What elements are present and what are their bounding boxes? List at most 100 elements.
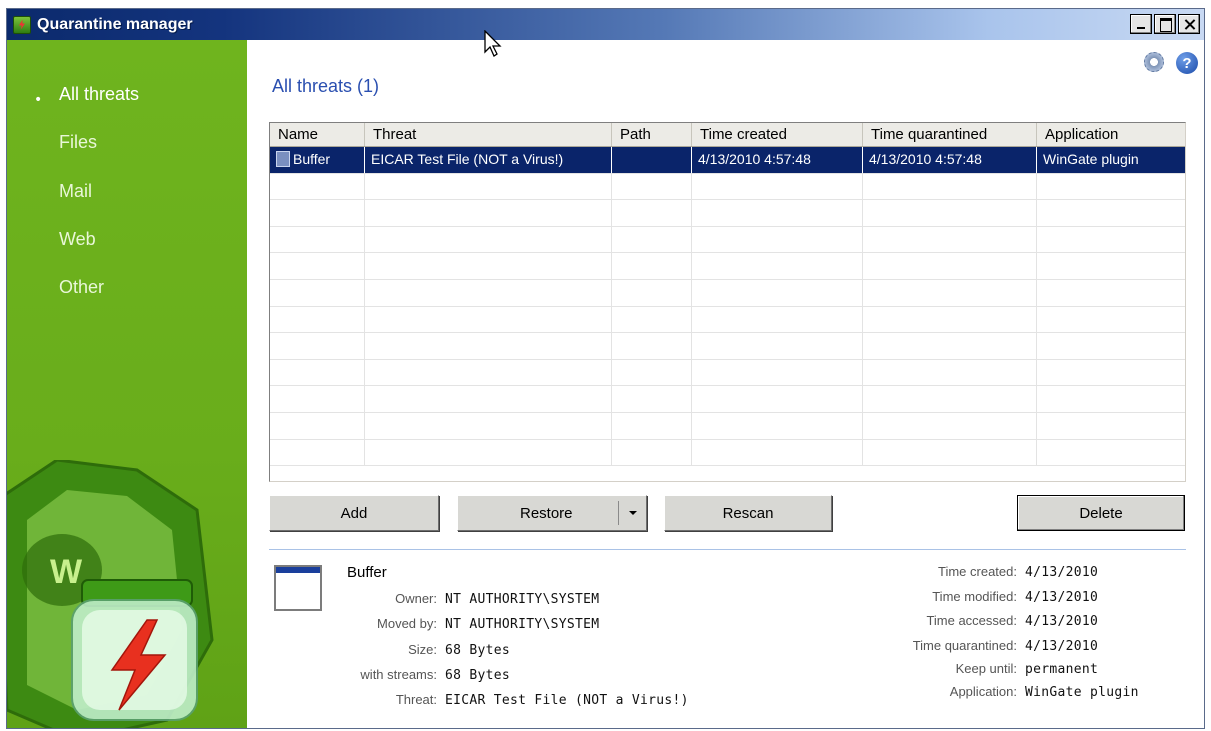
window-title: Quarantine manager — [37, 15, 193, 33]
minimize-button[interactable] — [1130, 14, 1152, 34]
details-label: Owner: — [395, 591, 437, 606]
close-button[interactable] — [1178, 14, 1200, 34]
empty-rows — [270, 173, 1185, 467]
empty-cell — [1037, 174, 1185, 200]
cell-path — [612, 147, 692, 173]
empty-table-row[interactable] — [270, 173, 1185, 201]
empty-table-row[interactable] — [270, 439, 1185, 467]
sidebar-item-mail[interactable]: Mail — [59, 181, 92, 202]
details-separator — [269, 549, 1186, 550]
table-header: Name Threat Path Time created Time quara… — [270, 123, 1185, 147]
details-value: 68 Bytes — [445, 643, 511, 658]
column-header-time-created[interactable]: Time created — [692, 123, 863, 146]
details-file-name: Buffer — [347, 564, 387, 581]
empty-table-row[interactable] — [270, 386, 1185, 413]
empty-cell — [612, 200, 692, 226]
sidebar: • All threats Files Mail Web Other W — [7, 40, 247, 728]
drweb-shield-logo-icon: W — [7, 460, 214, 728]
details-value: WinGate plugin — [1025, 685, 1139, 700]
empty-cell — [270, 279, 365, 306]
empty-cell — [863, 200, 1037, 226]
empty-cell — [270, 200, 365, 226]
empty-cell — [270, 173, 365, 200]
details-label: Time modified: — [932, 589, 1017, 604]
empty-cell — [365, 200, 612, 226]
details-application: Application: WinGate plugin — [857, 684, 1139, 700]
empty-cell — [863, 253, 1037, 279]
empty-cell — [1037, 200, 1185, 226]
details-value: NT AUTHORITY\SYSTEM — [445, 592, 600, 607]
details-value: 4/13/2010 — [1025, 565, 1099, 580]
empty-cell — [863, 226, 1037, 253]
sidebar-item-web[interactable]: Web — [59, 229, 96, 250]
empty-table-row[interactable] — [270, 333, 1185, 360]
page-title: All threats (1) — [272, 76, 380, 96]
details-time-created: Time created: 4/13/2010 — [857, 564, 1098, 580]
column-header-name[interactable]: Name — [270, 123, 365, 146]
empty-cell — [612, 226, 692, 253]
column-header-path[interactable]: Path — [612, 123, 692, 146]
empty-table-row[interactable] — [270, 226, 1185, 254]
details-label: Time quarantined: — [912, 638, 1017, 653]
app-icon — [13, 15, 31, 34]
table-row[interactable]: Buffer EICAR Test File (NOT a Virus!) 4/… — [270, 147, 1185, 174]
details-owner: Owner: NT AUTHORITY\SYSTEM — [327, 591, 599, 607]
title-bar[interactable]: Quarantine manager — [7, 9, 1204, 40]
empty-cell — [863, 333, 1037, 359]
empty-table-row[interactable] — [270, 253, 1185, 280]
restore-dropdown-arrow-icon[interactable] — [618, 501, 646, 525]
empty-cell — [270, 253, 365, 279]
details-label: Keep until: — [955, 661, 1017, 676]
restore-button[interactable]: Restore — [457, 495, 647, 531]
cell-name: Buffer — [270, 147, 365, 173]
empty-cell — [365, 333, 612, 359]
empty-cell — [270, 439, 365, 466]
details-threat: Threat: EICAR Test File (NOT a Virus!) — [327, 692, 689, 708]
empty-cell — [270, 386, 365, 412]
rescan-button[interactable]: Rescan — [664, 495, 832, 531]
add-button[interactable]: Add — [269, 495, 439, 531]
empty-cell — [365, 253, 612, 279]
empty-cell — [612, 333, 692, 359]
settings-gear-icon[interactable] — [1144, 52, 1164, 72]
maximize-button[interactable] — [1154, 14, 1176, 34]
details-keep-until: Keep until: permanent — [857, 661, 1098, 677]
empty-table-row[interactable] — [270, 412, 1185, 440]
empty-table-row[interactable] — [270, 306, 1185, 334]
empty-cell — [863, 279, 1037, 306]
empty-cell — [612, 279, 692, 306]
empty-cell — [365, 279, 612, 306]
restore-button-label: Restore — [520, 504, 573, 522]
empty-cell — [692, 439, 863, 466]
empty-cell — [612, 359, 692, 386]
column-header-application[interactable]: Application — [1037, 123, 1185, 146]
empty-cell — [863, 386, 1037, 412]
empty-table-row[interactable] — [270, 279, 1185, 307]
column-header-threat[interactable]: Threat — [365, 123, 612, 146]
empty-cell — [270, 226, 365, 253]
empty-cell — [692, 333, 863, 359]
cell-time-created: 4/13/2010 4:57:48 — [692, 147, 863, 173]
details-label: Time created: — [938, 564, 1017, 579]
details-with-streams: with streams: 68 Bytes — [327, 667, 510, 683]
empty-cell — [1037, 307, 1185, 333]
help-icon[interactable]: ? — [1176, 52, 1198, 74]
active-bullet: • — [34, 92, 43, 108]
sidebar-item-files[interactable]: Files — [59, 132, 97, 153]
sidebar-item-other[interactable]: Other — [59, 277, 104, 298]
empty-cell — [612, 173, 692, 200]
empty-cell — [1037, 253, 1185, 279]
sidebar-item-all-threats[interactable]: All threats — [59, 84, 139, 105]
empty-table-row[interactable] — [270, 359, 1185, 387]
window-controls — [1130, 14, 1200, 34]
empty-cell — [692, 173, 863, 200]
column-header-time-quarantined[interactable]: Time quarantined — [863, 123, 1037, 146]
empty-cell — [270, 412, 365, 439]
empty-table-row[interactable] — [270, 200, 1185, 227]
details-time-quarantined: Time quarantined: 4/13/2010 — [857, 638, 1098, 654]
empty-cell — [612, 306, 692, 333]
empty-cell — [863, 439, 1037, 466]
empty-cell — [1037, 413, 1185, 439]
delete-button[interactable]: Delete — [1017, 495, 1185, 531]
empty-cell — [692, 253, 863, 279]
